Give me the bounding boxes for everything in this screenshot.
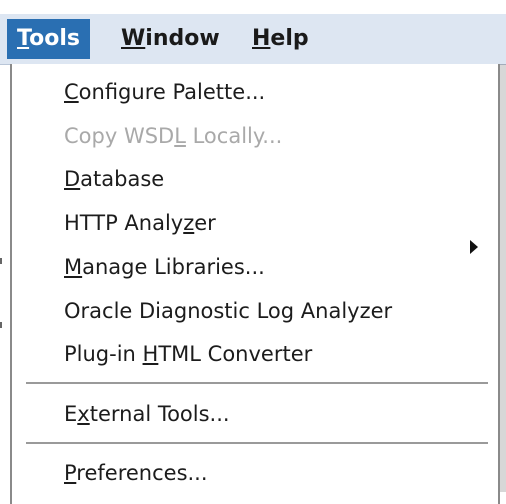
menu-item-database[interactable]: Database: [64, 167, 164, 191]
menu-item-label: ternal Tools...: [89, 402, 230, 426]
menu-item-http-analyzer[interactable]: HTTP Analyzer: [64, 211, 216, 235]
mnemonic: D: [64, 167, 81, 191]
menu-item-label: Copy WSD: [64, 124, 175, 148]
menu-item-plugin-html-converter[interactable]: Plug-in HTML Converter: [64, 342, 312, 366]
menu-item-label: Oracle Diagnostic Log Analyzer: [64, 299, 393, 323]
submenu-arrow-icon: [470, 240, 478, 254]
tools-dropdown-menu: Configure Palette... Copy WSDL Locally..…: [10, 64, 500, 504]
menu-window[interactable]: Window: [111, 19, 230, 59]
menu-item-label: er: [194, 211, 216, 235]
mnemonic: L: [174, 124, 186, 148]
mnemonic: H: [142, 342, 159, 366]
menu-tools-rest: ools: [29, 26, 80, 51]
menu-help-rest: elp: [270, 26, 309, 51]
menu-item-oracle-diagnostic-log-analyzer[interactable]: Oracle Diagnostic Log Analyzer: [64, 299, 392, 323]
mnemonic: M: [64, 255, 83, 279]
background-window-strip: [0, 0, 506, 14]
background-window-edge: [500, 64, 506, 492]
menu-window-mnemonic: W: [121, 26, 146, 51]
menu-help-mnemonic: H: [252, 26, 271, 51]
menu-item-label: Locally...: [185, 124, 283, 148]
menu-item-label: HTTP Analy: [64, 211, 184, 235]
menu-tools-mnemonic: T: [17, 26, 30, 51]
menu-item-label: atabase: [80, 167, 165, 191]
menu-item-preferences[interactable]: Preferences...: [64, 461, 208, 485]
menu-item-manage-libraries[interactable]: Manage Libraries...: [64, 255, 265, 279]
menu-item-label: anage Libraries...: [82, 255, 265, 279]
mnemonic: z: [183, 211, 195, 235]
menu-help[interactable]: Help: [242, 19, 319, 59]
menu-item-configure-palette[interactable]: Configure Palette...: [64, 80, 265, 104]
menu-separator: [26, 442, 488, 444]
menu-item-label: E: [64, 402, 78, 426]
menu-item-label: TML Converter: [158, 342, 313, 366]
mnemonic: x: [77, 402, 90, 426]
mnemonic: P: [64, 461, 77, 485]
menu-item-label: references...: [76, 461, 208, 485]
background-edge-mark: [0, 258, 2, 264]
menu-item-label: Plug-in: [64, 342, 143, 366]
mnemonic: C: [64, 80, 79, 104]
menu-item-copy-wsdl-locally: Copy WSDL Locally...: [64, 124, 282, 148]
menu-tools[interactable]: Tools: [7, 19, 90, 59]
menu-item-label: onfigure Palette...: [78, 80, 266, 104]
menu-bar: Tools Window Help: [0, 14, 506, 65]
menu-item-external-tools[interactable]: External Tools...: [64, 402, 230, 426]
menu-window-rest: indow: [145, 26, 220, 51]
menu-separator: [26, 382, 488, 384]
background-edge-mark: [0, 322, 2, 328]
